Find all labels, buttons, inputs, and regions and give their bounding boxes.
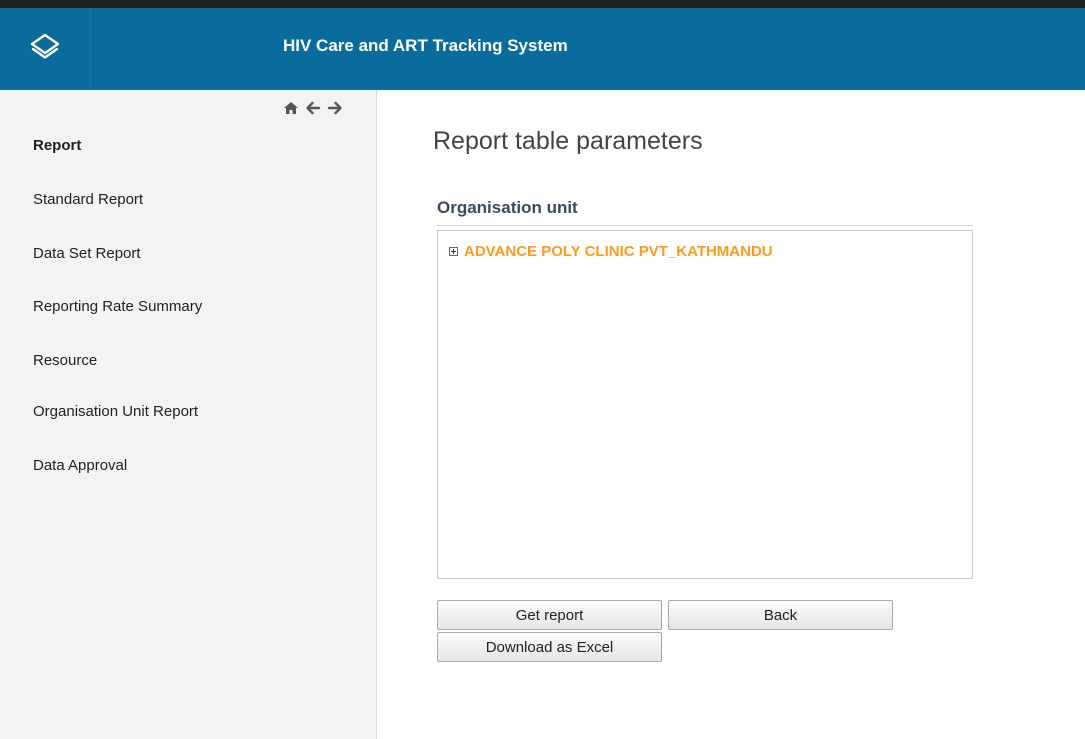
arrow-left-icon[interactable] [305, 101, 321, 115]
nav-icons [283, 98, 343, 118]
sidebar-item-resource[interactable]: Resource [33, 352, 97, 369]
app-logo[interactable] [0, 8, 91, 90]
sidebar-heading-report[interactable]: Report [33, 137, 81, 154]
org-unit-label: Organisation unit [437, 198, 578, 217]
back-button[interactable]: Back [668, 600, 893, 630]
expand-plus-icon[interactable] [449, 247, 458, 256]
sidebar-item-organisation-unit-report[interactable]: Organisation Unit Report [33, 403, 198, 420]
tree-node-root[interactable]: ADVANCE POLY CLINIC PVT_KATHMANDU [449, 243, 773, 260]
sidebar-item-standard-report[interactable]: Standard Report [33, 191, 143, 208]
app-header: HIV Care and ART Tracking System [0, 0, 1085, 90]
download-excel-button[interactable]: Download as Excel [437, 632, 662, 662]
tree-node-label[interactable]: ADVANCE POLY CLINIC PVT_KATHMANDU [464, 243, 773, 260]
org-unit-tree[interactable]: ADVANCE POLY CLINIC PVT_KATHMANDU [437, 230, 973, 579]
section-divider [437, 225, 973, 226]
arrow-right-icon[interactable] [327, 101, 343, 115]
home-icon[interactable] [283, 101, 299, 115]
sidebar: Report Standard Report Data Set Report R… [0, 90, 377, 739]
sidebar-item-reporting-rate-summary[interactable]: Reporting Rate Summary [33, 298, 202, 315]
sidebar-item-data-set-report[interactable]: Data Set Report [33, 245, 141, 262]
layers-logo-icon [30, 33, 60, 66]
app-title: HIV Care and ART Tracking System [283, 36, 568, 55]
get-report-button[interactable]: Get report [437, 600, 662, 630]
page-title: Report table parameters [433, 127, 703, 155]
sidebar-item-data-approval[interactable]: Data Approval [33, 457, 127, 474]
